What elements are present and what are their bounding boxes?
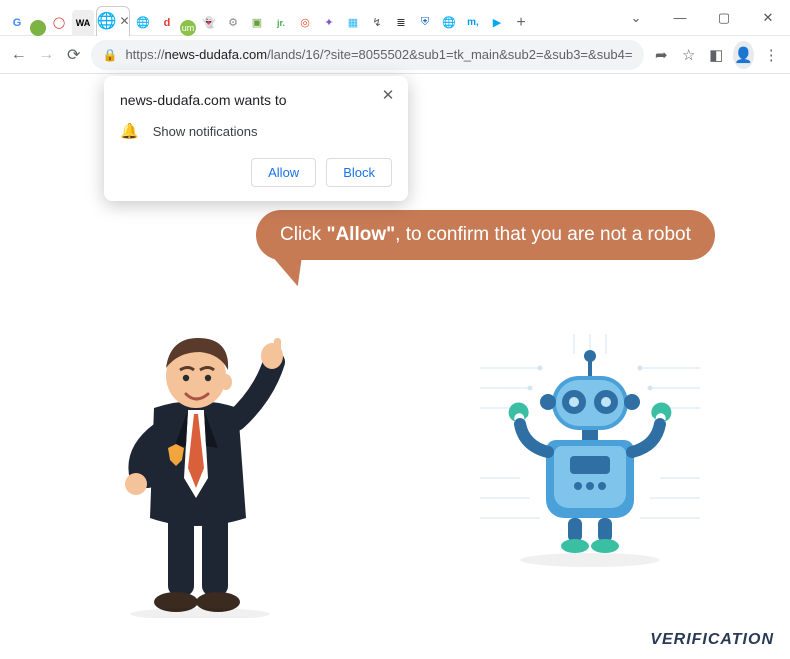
- chevron-down-icon[interactable]: ⌄: [614, 0, 658, 36]
- url-path: /lands/16/?site=8055502&sub1=tk_main&sub…: [267, 47, 632, 62]
- window-titlebar: G ◯ WA 🌐 ✕ 🌐 d um 👻 ⚙ ▣ jr. ◎ ✦ ▦ ↯ ≣ ⛨ …: [0, 0, 790, 36]
- robot-illustration: [470, 328, 710, 588]
- address-bar[interactable]: 🔒 https://news-dudafa.com/lands/16/?site…: [91, 40, 645, 70]
- speech-text-post: , to confirm that you are not a robot: [395, 224, 691, 245]
- tab-favicon-purple[interactable]: ✦: [318, 10, 340, 36]
- notification-permission-dialog: ✕ news-dudafa.com wants to 🔔 Show notifi…: [104, 76, 408, 201]
- allow-button[interactable]: Allow: [251, 158, 316, 187]
- block-button[interactable]: Block: [326, 158, 392, 187]
- close-dialog-icon[interactable]: ✕: [378, 86, 398, 104]
- close-window-button[interactable]: ✕: [746, 0, 790, 36]
- tab-strip: G ◯ WA 🌐 ✕ 🌐 d um 👻 ⚙ ▣ jr. ◎ ✦ ▦ ↯ ≣ ⛨ …: [0, 0, 614, 36]
- tab-favicon-globe2[interactable]: 🌐: [438, 10, 460, 36]
- menu-icon[interactable]: ⋮: [760, 41, 782, 69]
- url-protocol: https://: [125, 47, 164, 62]
- tab-favicon-grid[interactable]: ▦: [342, 10, 364, 36]
- lock-icon: 🔒: [103, 48, 118, 62]
- browser-toolbar: ← → ⟳ 🔒 https://news-dudafa.com/lands/16…: [0, 36, 790, 74]
- close-tab-icon[interactable]: ✕: [119, 14, 129, 28]
- active-tab[interactable]: 🌐 ✕: [96, 6, 130, 36]
- bell-icon: 🔔: [120, 122, 139, 140]
- tab-favicon-shield[interactable]: ◯: [48, 10, 70, 36]
- verification-label: VERIFICATION: [650, 631, 774, 649]
- url-host: news-dudafa.com: [164, 47, 267, 62]
- tab-favicon-ghost[interactable]: 👻: [198, 10, 220, 36]
- tab-favicon-d[interactable]: d: [156, 10, 178, 36]
- globe-icon: 🌐: [97, 11, 117, 31]
- minimize-button[interactable]: —: [658, 0, 702, 36]
- tab-favicon-google[interactable]: G: [6, 10, 28, 36]
- tab-favicon-target[interactable]: ◎: [294, 10, 316, 36]
- tab-favicon-jr[interactable]: jr.: [270, 10, 292, 36]
- tab-favicon-generic-1[interactable]: [30, 20, 46, 36]
- back-button[interactable]: ←: [8, 41, 30, 69]
- bookmark-star-icon[interactable]: ☆: [678, 41, 700, 69]
- forward-button[interactable]: →: [36, 41, 58, 69]
- share-icon[interactable]: ➦: [650, 41, 672, 69]
- permission-title: news-dudafa.com wants to: [120, 92, 392, 108]
- new-tab-button[interactable]: +: [510, 10, 532, 36]
- tab-favicon-arrow[interactable]: ↯: [366, 10, 388, 36]
- tab-favicon-globe[interactable]: 🌐: [132, 10, 154, 36]
- tab-favicon-android[interactable]: ▣: [246, 10, 268, 36]
- tab-favicon-shield2[interactable]: ⛨: [414, 10, 436, 36]
- speech-text-pre: Click: [280, 224, 326, 245]
- cartoon-man-illustration: [96, 298, 306, 618]
- tab-favicon-video[interactable]: ▶: [486, 10, 508, 36]
- tab-favicon-m[interactable]: m,: [462, 10, 484, 36]
- speech-bubble: Click "Allow", to confirm that you are n…: [256, 210, 715, 260]
- maximize-button[interactable]: ▢: [702, 0, 746, 36]
- tab-favicon-um[interactable]: um: [180, 20, 196, 36]
- tab-favicon-wa[interactable]: WA: [72, 10, 94, 36]
- tab-favicon-gear[interactable]: ⚙: [222, 10, 244, 36]
- window-controls: ⌄ — ▢ ✕: [614, 0, 790, 36]
- tab-favicon-bars[interactable]: ≣: [390, 10, 412, 36]
- speech-text-bold: "Allow": [326, 224, 395, 245]
- reload-button[interactable]: ⟳: [63, 41, 85, 69]
- extensions-icon[interactable]: ◧: [705, 41, 727, 69]
- permission-label: Show notifications: [153, 124, 258, 139]
- profile-icon[interactable]: 👤: [733, 41, 755, 69]
